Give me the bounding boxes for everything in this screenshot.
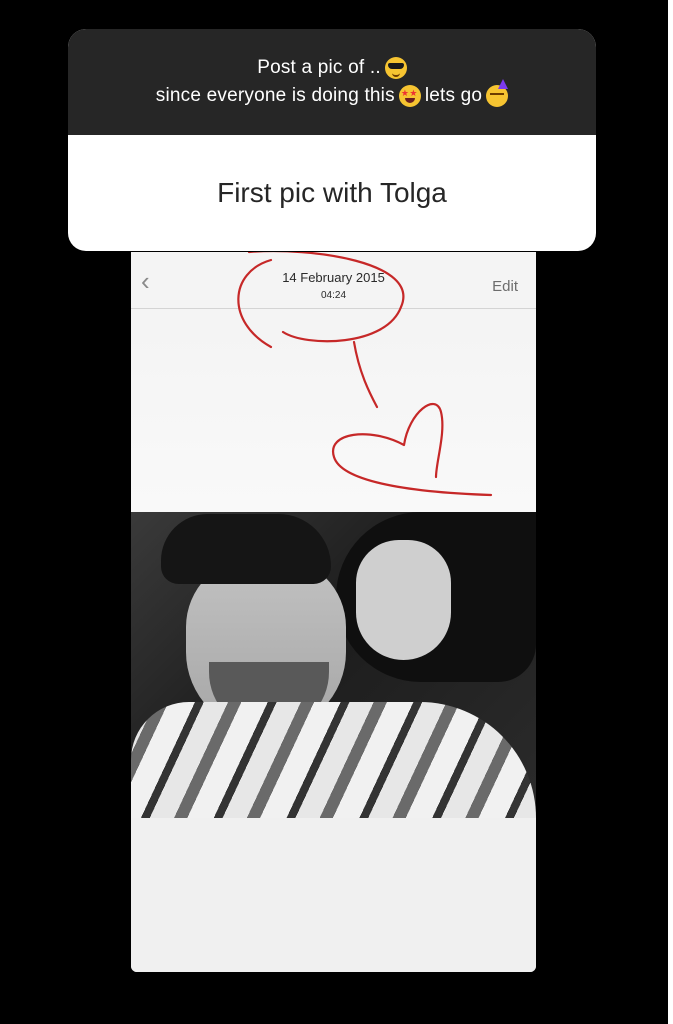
star-struck-emoji-icon <box>398 85 421 107</box>
red-doodle-overlay <box>237 252 493 497</box>
question-prompt: Post a pic of .. since everyone is doing… <box>68 29 596 135</box>
circle-doodle <box>237 252 405 349</box>
prompt-text-3: lets go <box>424 85 483 106</box>
partying-face-emoji-icon <box>486 79 509 107</box>
prompt-text-1: Post a pic of .. <box>257 57 381 78</box>
connector-line-doodle <box>352 340 379 409</box>
prompt-text-2: since everyone is doing this <box>155 85 395 106</box>
answer-text: First pic with Tolga <box>217 177 447 208</box>
photo-viewer-bottom <box>131 818 536 972</box>
photo-man-hair <box>161 514 331 584</box>
heart-doodle <box>331 402 493 497</box>
photo-shirt <box>131 702 536 818</box>
question-sticker[interactable]: Post a pic of .. since everyone is doing… <box>68 29 596 251</box>
couple-photo <box>131 512 536 818</box>
prompt-line-2: since everyone is doing this lets go <box>155 79 509 110</box>
photo-woman-face <box>356 540 451 660</box>
screen-edge <box>668 0 673 1024</box>
screenshot-photo-viewer: ‹ 14 February 2015 04:24 Edit <box>131 252 536 972</box>
sunglasses-emoji-icon <box>384 57 407 79</box>
prompt-line-1: Post a pic of .. <box>257 54 407 82</box>
